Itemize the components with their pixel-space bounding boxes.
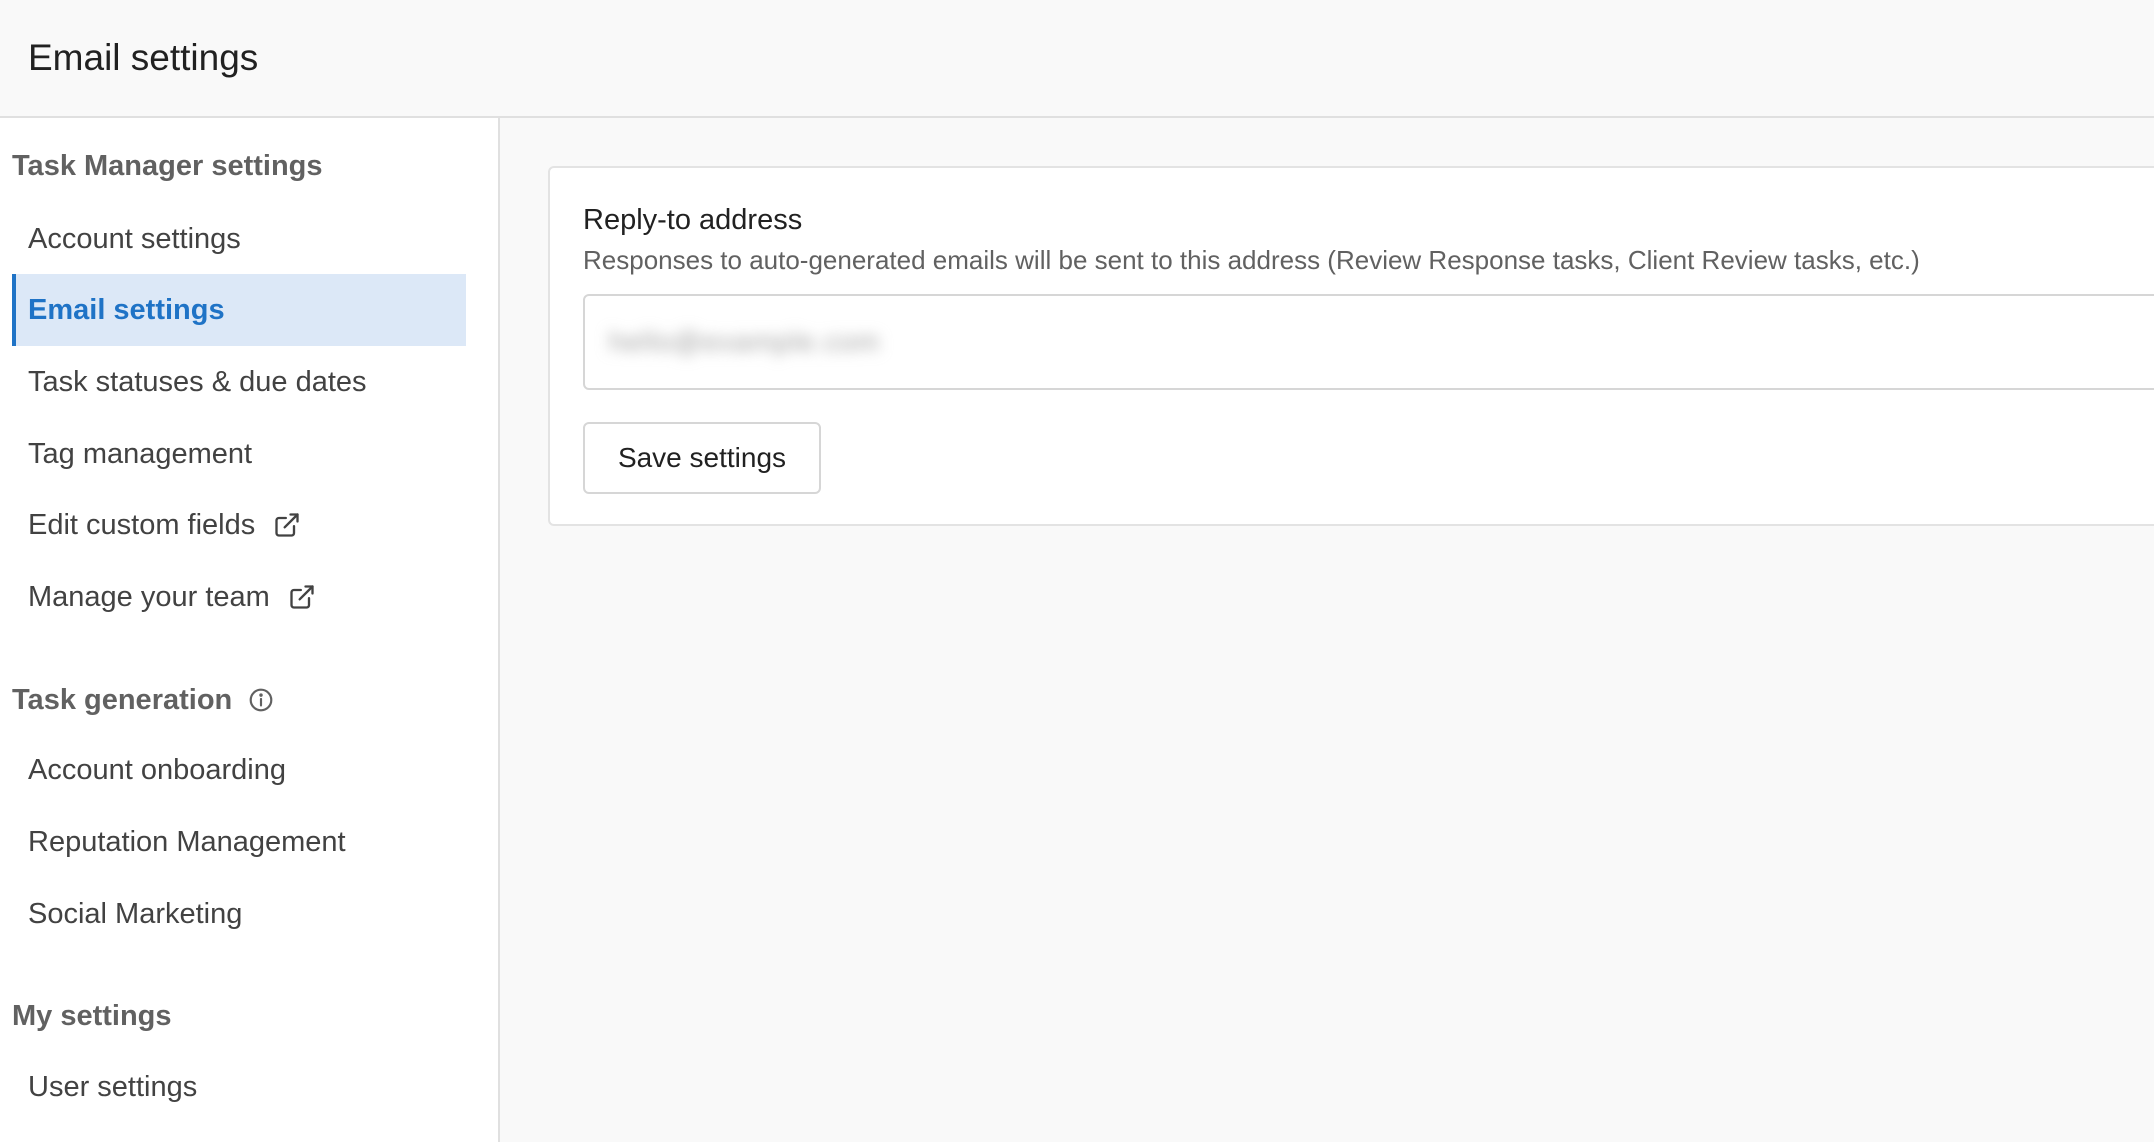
sidebar-item-manage-team[interactable]: Manage your team <box>12 561 466 633</box>
sidebar-item-tag-management[interactable]: Tag management <box>12 418 466 490</box>
sidebar-item-label: Social Marketing <box>28 897 243 930</box>
sidebar-item-label: Tag management <box>28 437 253 470</box>
sidebar-item-account-settings[interactable]: Account settings <box>12 203 466 275</box>
sidebar-item-label: User settings <box>28 1070 198 1103</box>
sidebar-item-label: Reputation Management <box>28 825 346 858</box>
reply-to-card: Reply-to address Responses to auto-gener… <box>548 166 2154 526</box>
reply-to-email-value: hello@example.com <box>609 326 881 357</box>
sidebar: Task Manager settings Account settings E… <box>0 118 500 1142</box>
sidebar-item-reputation-management[interactable]: Reputation Management <box>12 806 466 878</box>
reply-to-label: Reply-to address <box>583 204 803 236</box>
section-header-task-manager: Task Manager settings <box>12 148 323 184</box>
info-icon[interactable] <box>248 687 274 713</box>
save-settings-button[interactable]: Save settings <box>583 422 821 494</box>
sidebar-item-social-marketing[interactable]: Social Marketing <box>12 878 466 950</box>
section-title: Task generation <box>12 684 233 716</box>
top-bar: Email settings <box>0 0 2154 118</box>
external-link-icon <box>288 583 316 611</box>
reply-to-email-field[interactable]: hello@example.com <box>583 294 2154 390</box>
sidebar-item-task-statuses[interactable]: Task statuses & due dates <box>12 346 466 418</box>
sidebar-item-account-onboarding[interactable]: Account onboarding <box>12 734 466 806</box>
section-title: Task Manager settings <box>12 150 323 182</box>
sidebar-item-email-settings[interactable]: Email settings <box>12 274 466 346</box>
reply-to-help-text: Responses to auto-generated emails will … <box>583 245 1920 275</box>
sidebar-item-edit-custom-fields[interactable]: Edit custom fields <box>12 489 466 561</box>
section-header-task-generation: Task generation <box>12 682 274 718</box>
sidebar-item-label: Edit custom fields <box>28 508 256 541</box>
sidebar-item-label: Account settings <box>28 222 241 255</box>
section-title: My settings <box>12 1000 172 1032</box>
external-link-icon <box>273 511 301 539</box>
section-header-my-settings: My settings <box>12 998 172 1034</box>
sidebar-item-user-settings[interactable]: User settings <box>12 1051 466 1123</box>
page-title: Email settings <box>28 37 259 78</box>
sidebar-item-label: Email settings <box>28 293 225 326</box>
sidebar-item-label: Manage your team <box>28 580 270 613</box>
sidebar-item-label: Account onboarding <box>28 753 286 786</box>
sidebar-item-label: Task statuses & due dates <box>28 365 367 398</box>
